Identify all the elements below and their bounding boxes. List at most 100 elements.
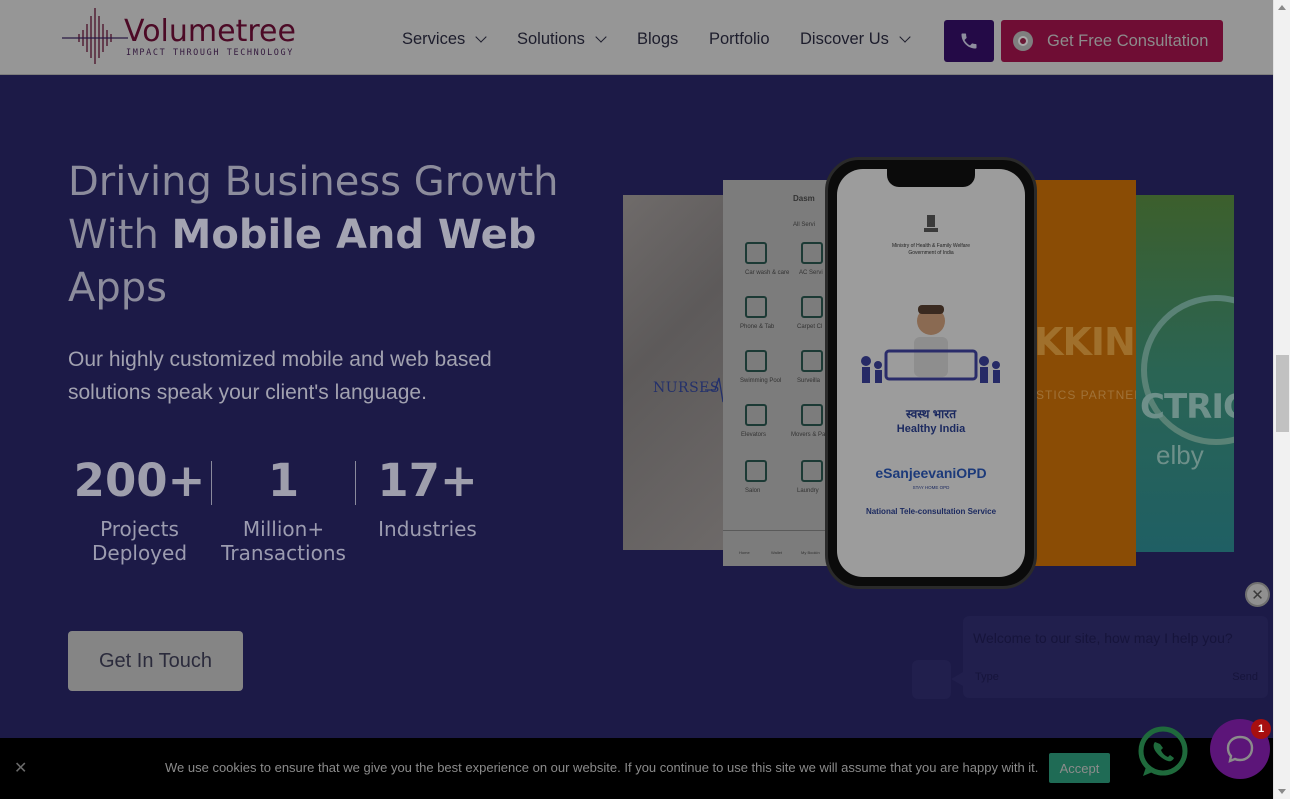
nav-portfolio-label: Portfolio — [709, 30, 770, 48]
accept-cookies-button[interactable]: Accept — [1049, 753, 1110, 783]
service-label: Salon — [745, 488, 761, 494]
movers-icon — [801, 404, 823, 426]
stat-projects: 200+ Projects Deployed — [68, 454, 211, 566]
chat-agent-avatar — [912, 660, 951, 699]
phone-notch — [887, 169, 975, 187]
swimming-pool-icon — [745, 350, 767, 372]
whatsapp-icon — [1138, 726, 1188, 776]
service-label: Movers & Pa — [791, 432, 826, 438]
scrollbar-thumb[interactable] — [1276, 355, 1289, 432]
stats-row: 200+ Projects Deployed 1 Million+ Transa… — [68, 454, 499, 566]
service-label: Surveilla — [797, 378, 821, 384]
get-free-consultation-button[interactable]: Get Free Consultation — [1001, 20, 1223, 62]
chat-send-button[interactable]: Send — [1232, 671, 1258, 683]
stat-label-line: Industries — [378, 517, 477, 541]
ministry-line-1: Ministry of Health & Family Welfare — [892, 243, 970, 249]
brand-tagline: IMPACT THROUGH TECHNOLOGY — [126, 48, 294, 58]
hero-title: Driving Business Growth With Mobile And … — [68, 156, 628, 315]
services-app-card: Dasm All Servi Car wash & care AC Servi … — [723, 180, 833, 566]
doctor-illustration-icon — [861, 305, 1000, 383]
healthy-india-text: Healthy India — [896, 423, 966, 435]
nav-blogs-label: Blogs — [637, 30, 679, 48]
whatsapp-button[interactable] — [1135, 724, 1191, 780]
stat-label: Million+ Transactions — [212, 517, 355, 565]
nav-discover-us-label: Discover Us — [800, 30, 889, 48]
tab-wallet: Wallet — [771, 550, 782, 555]
chat-popup[interactable]: Welcome to our site, how may I help you?… — [963, 616, 1268, 698]
stat-value: 1 — [267, 454, 300, 507]
cookie-close-icon[interactable]: ✕ — [14, 758, 27, 778]
esanjeevani-logo: eSanjeevaniOPD — [875, 465, 987, 481]
nav-services-label: Services — [402, 30, 466, 48]
service-label: Elevators — [741, 432, 767, 438]
elevator-icon — [745, 404, 767, 426]
nurses-app-card: NURSES — [623, 195, 745, 550]
app-showcase: NURSES Dasm All Servi Car wash & care AC… — [620, 155, 1240, 595]
service-label: Phone & Tab — [740, 324, 775, 330]
esanjeevani-tagline: STAY HOME OPD — [912, 485, 950, 490]
nav-solutions[interactable]: Solutions — [517, 30, 607, 49]
scroll-up-arrow-icon[interactable] — [1278, 5, 1286, 10]
hindi-text: स्वस्थ भारत — [905, 407, 957, 421]
chat-pointer-icon — [951, 672, 963, 686]
tab-divider — [723, 530, 833, 531]
scroll-down-arrow-icon[interactable] — [1278, 789, 1286, 794]
notification-badge: 1 — [1251, 719, 1271, 739]
hero-subtitle: Our highly customized mobile and web bas… — [68, 348, 492, 404]
hero-title-line-3: Apps — [68, 265, 167, 311]
stat-label-line: Deployed — [91, 541, 188, 565]
stat-label-line: Transactions — [221, 541, 346, 565]
get-in-touch-button[interactable]: Get In Touch — [68, 631, 243, 691]
chat-reply-input[interactable]: Type — [975, 671, 999, 683]
stat-label-line: Million+ — [242, 517, 325, 541]
laundry-icon — [801, 460, 823, 482]
phone-tab-icon — [745, 296, 767, 318]
nav-blogs[interactable]: Blogs — [637, 30, 678, 49]
record-icon — [1013, 31, 1033, 51]
phone-mockup: Ministry of Health & Family Welfare Gove… — [825, 157, 1037, 589]
ac-service-icon — [801, 242, 823, 264]
stat-label: Projects Deployed — [68, 517, 211, 565]
chevron-down-icon — [899, 31, 911, 43]
stat-transactions: 1 Million+ Transactions — [212, 454, 355, 566]
stat-value: 200+ — [73, 454, 206, 507]
hero-title-line-1: Driving Business Growth — [68, 159, 559, 205]
salon-icon — [745, 460, 767, 482]
tab-bookings: My Bookin — [801, 550, 820, 555]
brand-logo[interactable]: Volumetree IMPACT THROUGH TECHNOLOGY — [60, 4, 300, 68]
phone-screen: Ministry of Health & Family Welfare Gove… — [837, 169, 1025, 577]
orange-card-title: KKIN — [1034, 320, 1136, 364]
teal-card-title: CTRIC — [1140, 387, 1234, 427]
site-header: Volumetree IMPACT THROUGH TECHNOLOGY Ser… — [0, 0, 1273, 75]
stat-label: Industries — [356, 517, 499, 541]
location-label: Dasm — [793, 194, 815, 203]
chevron-down-icon — [595, 31, 607, 43]
cookie-bar: ✕ We use cookies to ensure that we give … — [0, 738, 1273, 799]
brand-name: Volumetree — [124, 14, 296, 49]
tab-home: Home — [739, 550, 750, 555]
chat-close-button[interactable]: ✕ — [1245, 582, 1270, 607]
consult-label: Get Free Consultation — [1047, 31, 1209, 50]
phone-icon — [961, 33, 977, 49]
phone-button[interactable] — [944, 20, 994, 62]
hero-title-with: With — [68, 212, 172, 258]
page-scrollbar[interactable] — [1273, 0, 1290, 799]
surveillance-icon — [801, 350, 823, 372]
orange-card-subtitle: STICS PARTNER — [1036, 388, 1136, 402]
service-label: AC Servi — [799, 270, 823, 276]
close-icon: ✕ — [1251, 586, 1264, 604]
nav-services[interactable]: Services — [402, 30, 487, 49]
car-wash-icon — [745, 242, 767, 264]
service-label: Laundry — [797, 488, 819, 494]
nav-portfolio[interactable]: Portfolio — [709, 30, 770, 49]
logo-mark-icon — [62, 8, 128, 64]
teal-card-subtitle: elby — [1156, 440, 1204, 470]
service-label: Car wash & care — [745, 270, 790, 276]
chat-bubble-icon — [1226, 735, 1254, 763]
stat-value: 17+ — [377, 454, 478, 507]
carpet-icon — [801, 296, 823, 318]
teleconsultation-text: National Tele-consultation Service — [865, 507, 997, 516]
nav-discover-us[interactable]: Discover Us — [800, 30, 911, 49]
electric-app-card: CTRIC elby — [1136, 195, 1234, 552]
stat-label-line: Projects — [100, 517, 179, 541]
